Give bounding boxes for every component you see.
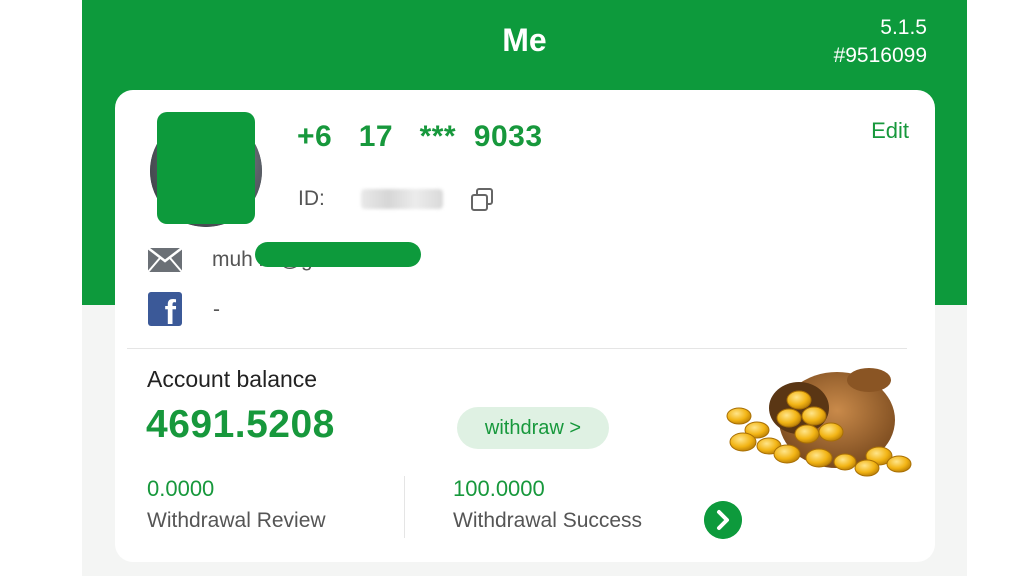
build-number: #9516099	[833, 44, 927, 67]
divider	[127, 348, 907, 349]
id-value-blurred	[361, 189, 443, 209]
phone-number: +6 17 *** 9033	[297, 120, 543, 153]
balance-label: Account balance	[147, 366, 318, 392]
withdrawal-review-value: 0.0000	[147, 476, 215, 501]
copy-icon[interactable]	[469, 187, 495, 213]
version-info: 5.1.5 #9516099	[834, 14, 927, 70]
vertical-divider	[404, 476, 405, 538]
mail-icon	[147, 247, 183, 273]
profile-card: +6 17 *** 9033 Edit ID: muh lid@gmail.co…	[115, 90, 935, 562]
balance-value: 4691.5208	[146, 403, 335, 446]
facebook-account: -	[213, 298, 220, 321]
id-label: ID:	[298, 187, 325, 210]
withdrawal-success-value: 100.0000	[453, 476, 545, 501]
coin-bag-icon	[726, 368, 912, 477]
email-redaction	[255, 242, 421, 267]
avatar-redaction	[157, 112, 255, 224]
facebook-icon: f	[148, 292, 182, 326]
edit-button[interactable]: Edit	[871, 118, 909, 144]
withdrawal-success-label: Withdrawal Success	[453, 509, 643, 532]
withdrawal-review-label: Withdrawal Review	[147, 509, 326, 532]
withdraw-button[interactable]: withdraw >	[457, 407, 609, 449]
chevron-right-icon[interactable]	[704, 501, 742, 539]
app-screen: Me 5.1.5 #9516099 +6 17 *** 9033 Edit ID…	[82, 0, 967, 576]
version-number: 5.1.5	[880, 16, 927, 39]
